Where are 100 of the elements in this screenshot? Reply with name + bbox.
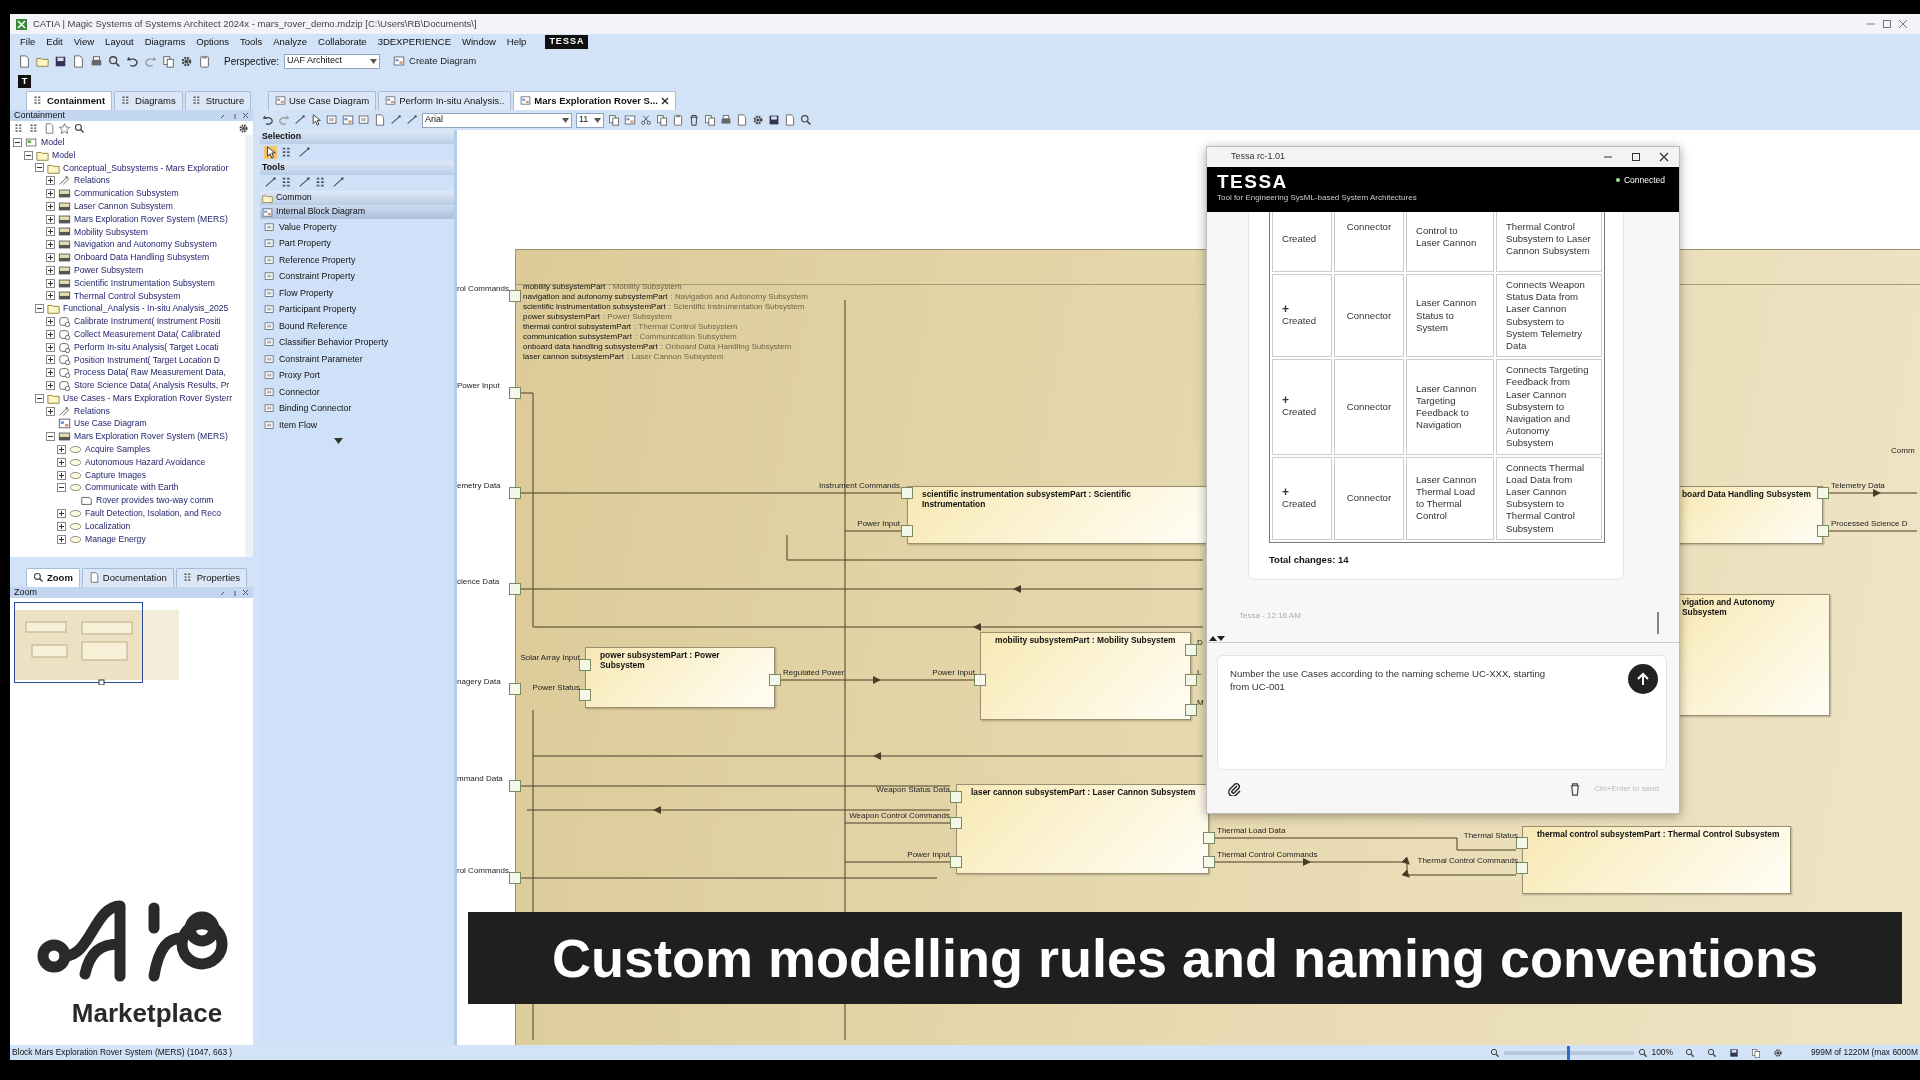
tree-item[interactable]: Position Instrument( Target Location D	[74, 353, 220, 367]
search-icon[interactable]	[800, 114, 812, 126]
new-file-icon[interactable]	[18, 54, 31, 68]
splitter-arrows-icon[interactable]	[1209, 635, 1225, 642]
port[interactable]	[901, 487, 913, 499]
panel-tab[interactable]: Documentation	[81, 567, 174, 587]
paperclip-icon[interactable]	[1227, 782, 1241, 796]
menu-item[interactable]: Tools	[240, 34, 263, 50]
tree-item[interactable]: Acquire Samples	[85, 443, 150, 456]
diagram-icon[interactable]	[342, 114, 354, 126]
tree-item[interactable]: Relations	[74, 404, 110, 418]
toolbar-button[interactable]: T	[18, 74, 31, 88]
port[interactable]	[509, 487, 521, 499]
expand-icon[interactable]	[57, 509, 66, 518]
port[interactable]	[1185, 644, 1197, 656]
tree-item[interactable]: Conceptual_Subsystems - Mars Exploratior	[63, 161, 229, 175]
expand-icon[interactable]	[57, 445, 66, 454]
part-block[interactable]: thermal control subsystemPart : Thermal Control Subsystem	[1522, 826, 1791, 894]
line-icon[interactable]	[406, 114, 418, 126]
panel-tab[interactable]: Properties	[175, 567, 248, 587]
find-icon[interactable]	[108, 54, 121, 68]
tree-item[interactable]: Manage Energy	[85, 532, 146, 546]
panel-tab[interactable]: Containment	[26, 90, 113, 110]
expand-icon[interactable]	[46, 189, 55, 199]
menu-item[interactable]: File	[20, 34, 36, 50]
tree-item[interactable]: Thermal Control Subsystem	[74, 289, 181, 303]
part-block[interactable]: laser cannon subsystemPart : Laser Cannon Subsystem	[956, 784, 1209, 874]
menu-item[interactable]: Layout	[105, 34, 134, 50]
collapse-icon[interactable]	[13, 137, 22, 147]
port[interactable]	[1185, 704, 1197, 716]
line-icon[interactable]	[332, 176, 345, 190]
tree-item[interactable]: Mars Exploration Rover System (MERS)	[74, 430, 228, 444]
collapse-icon[interactable]	[35, 304, 44, 314]
diagram-tab[interactable]: Perform In-situ Analysis..	[378, 90, 512, 110]
port[interactable]	[509, 780, 521, 792]
menu-item[interactable]: Help	[506, 34, 527, 50]
maximize-icon[interactable]	[1631, 152, 1641, 162]
diagram-tab[interactable]: Use Case Diagram	[268, 90, 377, 110]
gear-icon[interactable]	[1772, 1047, 1783, 1058]
zoom-icon[interactable]	[1706, 1047, 1717, 1058]
tree-item[interactable]: Rover provides two-way comm	[96, 494, 214, 508]
expand-icon[interactable]	[57, 457, 66, 467]
tree-item[interactable]: Scientific Instrumentation Subsystem	[74, 276, 215, 290]
diagram-icon[interactable]	[624, 114, 636, 126]
close-icon[interactable]	[660, 96, 669, 105]
menu-item[interactable]: Window	[462, 34, 496, 50]
tree-item[interactable]: Relations	[74, 174, 110, 188]
zoom-level[interactable]: 100%	[1651, 1046, 1673, 1059]
menu-item[interactable]: Edit	[46, 34, 63, 50]
port[interactable]	[509, 683, 521, 695]
expand-icon[interactable]	[46, 227, 55, 237]
document-icon[interactable]	[374, 114, 386, 126]
tree-item[interactable]: Functional_Analysis - In-situ Analysis_2025	[63, 302, 229, 316]
port[interactable]	[509, 387, 521, 399]
tree-item[interactable]: Communication Subsystem	[74, 187, 179, 201]
gear-icon[interactable]	[180, 54, 193, 68]
port[interactable]	[1185, 674, 1197, 686]
menu-logo[interactable]: TESSA	[545, 35, 589, 49]
save-icon[interactable]	[1728, 1047, 1739, 1058]
tree-item[interactable]: Collect Measurement Data( Calibrated	[74, 327, 221, 341]
port[interactable]	[974, 674, 986, 686]
line-icon[interactable]	[390, 114, 402, 126]
collapse-icon[interactable]	[46, 432, 55, 442]
message-box[interactable]: Number the use Cases according to the naming scheme UC-XXX, starting from UC-001	[1217, 655, 1667, 770]
port[interactable]	[950, 856, 962, 868]
search-icon[interactable]	[74, 122, 85, 134]
port[interactable]	[509, 583, 521, 595]
line-icon[interactable]	[298, 145, 311, 159]
palette-item[interactable]: Bound Reference	[279, 319, 348, 333]
zoom-preview-drawing[interactable]	[12, 600, 182, 685]
copy-icon[interactable]	[1750, 1047, 1761, 1058]
tree-item[interactable]: Localization	[85, 519, 131, 533]
save-icon[interactable]	[54, 54, 67, 68]
tree-item[interactable]: Perform In-situ Analysis( Target Locati	[74, 340, 219, 354]
expand-icon[interactable]	[46, 240, 55, 250]
part-block[interactable]: board Data Handling Subsystem	[1677, 486, 1823, 544]
tree-item[interactable]: Store Science Data( Analysis Results, Pr	[74, 379, 230, 392]
pointer-icon[interactable]	[310, 114, 322, 126]
tree-item[interactable]: Laser Cannon Subsystem	[74, 199, 173, 213]
trash-icon[interactable]	[688, 114, 700, 126]
menu-item[interactable]: Diagrams	[144, 34, 186, 50]
font-select[interactable]: Arial	[422, 112, 572, 128]
line-icon[interactable]	[298, 176, 311, 190]
port[interactable]	[509, 290, 521, 302]
document-icon[interactable]	[736, 114, 748, 126]
expand-icon[interactable]	[46, 368, 55, 378]
pointer-icon[interactable]	[264, 145, 277, 159]
part-block[interactable]: vigation and Autonomy Subsystem	[1677, 594, 1830, 716]
star-icon[interactable]	[59, 122, 70, 134]
expand-icon[interactable]	[46, 355, 55, 365]
undo-icon[interactable]	[126, 54, 139, 68]
tree-item[interactable]: Use Case Diagram	[74, 417, 147, 431]
zoom-in-icon[interactable]	[1637, 1047, 1648, 1058]
panel-controls-icon[interactable]	[219, 588, 249, 597]
expand-icon[interactable]	[46, 278, 55, 288]
panel-tab[interactable]: Diagrams	[114, 90, 183, 110]
port[interactable]	[901, 525, 913, 537]
collapse-icon[interactable]	[35, 393, 44, 403]
tree-item[interactable]: Capture Images	[85, 468, 147, 482]
back-icon[interactable]	[262, 114, 274, 126]
